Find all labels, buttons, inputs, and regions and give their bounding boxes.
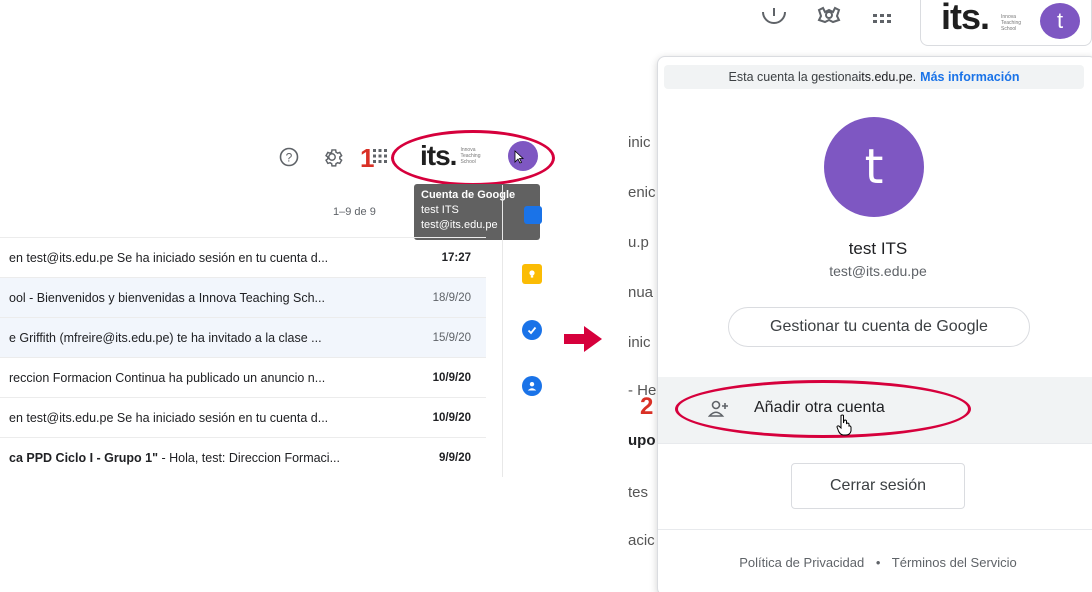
- email-snippet: ca PPD Ciclo I - Grupo 1" - Hola, test: …: [9, 451, 386, 465]
- bg-fragment: enic: [628, 184, 656, 201]
- bg-fragment: acic: [628, 532, 655, 549]
- email-date: 9/9/20: [439, 451, 471, 464]
- highlight-ellipse-1: [391, 130, 555, 186]
- highlight-ellipse-2: [675, 380, 971, 438]
- email-date: 17:27: [441, 251, 471, 264]
- email-row[interactable]: reccion Formacion Continua ha publicado …: [0, 357, 486, 397]
- bg-fragment: u.p: [628, 234, 649, 251]
- hand-cursor-icon: [836, 414, 852, 436]
- side-panel-divider: [502, 185, 503, 477]
- gear-icon[interactable]: [320, 145, 344, 169]
- more-info-link[interactable]: Más información: [920, 70, 1019, 84]
- email-snippet: en test@its.edu.pe Se ha iniciado sesión…: [9, 250, 329, 265]
- gmail-panel: ? 1 its. Innova Teaching School Cuenta d…: [0, 0, 600, 592]
- arrow-right-icon: [564, 326, 602, 352]
- divider: [658, 443, 1092, 444]
- cursor-pointer-icon: [514, 150, 524, 164]
- profile-avatar[interactable]: t: [824, 117, 924, 217]
- email-row[interactable]: en test@its.edu.pe Se ha iniciado sesión…: [0, 237, 486, 277]
- user-email: test@its.edu.pe: [829, 263, 927, 279]
- popup-footer: Política de Privacidad • Términos del Se…: [658, 555, 1092, 570]
- bg-fragment: tes: [628, 484, 649, 501]
- divider: [658, 529, 1092, 530]
- avatar[interactable]: t: [1040, 3, 1080, 39]
- svg-text:?: ?: [286, 151, 293, 165]
- email-date: 10/9/20: [432, 371, 471, 384]
- managed-account-notice: Esta cuenta la gestiona its.edu.pe. Más …: [664, 65, 1084, 89]
- email-date: 10/9/20: [432, 411, 471, 424]
- help-icon[interactable]: [760, 0, 788, 30]
- email-date: 15/9/20: [432, 331, 471, 344]
- tasks-icon[interactable]: [522, 320, 542, 340]
- user-name: test ITS: [848, 239, 908, 258]
- email-row[interactable]: en test@its.edu.pe Se ha iniciado sesión…: [0, 397, 486, 437]
- calendar-icon[interactable]: [524, 206, 542, 224]
- footer-separator: •: [875, 555, 881, 570]
- email-snippet: ool - Bienvenidos y bienvenidas a Innova…: [9, 290, 325, 305]
- email-list: en test@its.edu.pe Se ha iniciado sesión…: [0, 237, 486, 477]
- keep-icon[interactable]: [522, 264, 542, 284]
- contacts-icon[interactable]: [522, 376, 542, 396]
- email-snippet: en test@its.edu.pe Se ha iniciado sesión…: [9, 410, 329, 425]
- bg-fragment: nua: [628, 284, 654, 301]
- managed-text: Esta cuenta la gestiona: [728, 70, 859, 84]
- email-date: 18/9/20: [432, 291, 471, 304]
- tooltip-email: test@its.edu.pe: [421, 219, 498, 231]
- its-logo-subtitle: Innova Teaching School: [1001, 14, 1022, 32]
- bg-fragment: inic: [628, 334, 651, 351]
- email-row[interactable]: ool - Bienvenidos y bienvenidas a Innova…: [0, 277, 486, 317]
- sign-out-button[interactable]: Cerrar sesión: [791, 463, 965, 509]
- its-logo: its.: [941, 0, 990, 37]
- step-number-2: 2: [640, 393, 654, 420]
- tooltip-name: test ITS: [421, 204, 459, 216]
- email-preview: - Hola, test: Direccion Formaci...: [158, 450, 341, 465]
- bg-fragment: upo: [628, 432, 656, 449]
- privacy-policy-link[interactable]: Política de Privacidad: [739, 555, 864, 570]
- managed-domain: its.edu.pe.: [858, 70, 917, 84]
- tooltip-title: Cuenta de Google: [421, 189, 516, 201]
- email-snippet: reccion Formacion Continua ha publicado …: [9, 370, 326, 385]
- email-row[interactable]: e Griffith (mfreire@its.edu.pe) te ha in…: [0, 317, 486, 357]
- apps-grid-icon[interactable]: [872, 12, 892, 26]
- account-tooltip: Cuenta de Google test ITS test@its.edu.p…: [414, 184, 540, 240]
- email-row[interactable]: ca PPD Ciclo I - Grupo 1" - Hola, test: …: [0, 437, 486, 477]
- email-subject: ca PPD Ciclo I - Grupo 1": [9, 450, 159, 465]
- account-popup: Esta cuenta la gestiona its.edu.pe. Más …: [657, 56, 1092, 592]
- email-snippet: e Griffith (mfreire@its.edu.pe) te ha in…: [9, 330, 322, 345]
- terms-of-service-link[interactable]: Términos del Servicio: [892, 555, 1017, 570]
- pagination-count: 1–9 de 9: [333, 206, 376, 218]
- bg-fragment: inic: [628, 134, 651, 151]
- apps-grid-icon[interactable]: [372, 148, 388, 164]
- manage-account-button[interactable]: Gestionar tu cuenta de Google: [728, 307, 1030, 347]
- gear-icon[interactable]: [814, 0, 844, 30]
- help-icon[interactable]: ?: [278, 146, 300, 168]
